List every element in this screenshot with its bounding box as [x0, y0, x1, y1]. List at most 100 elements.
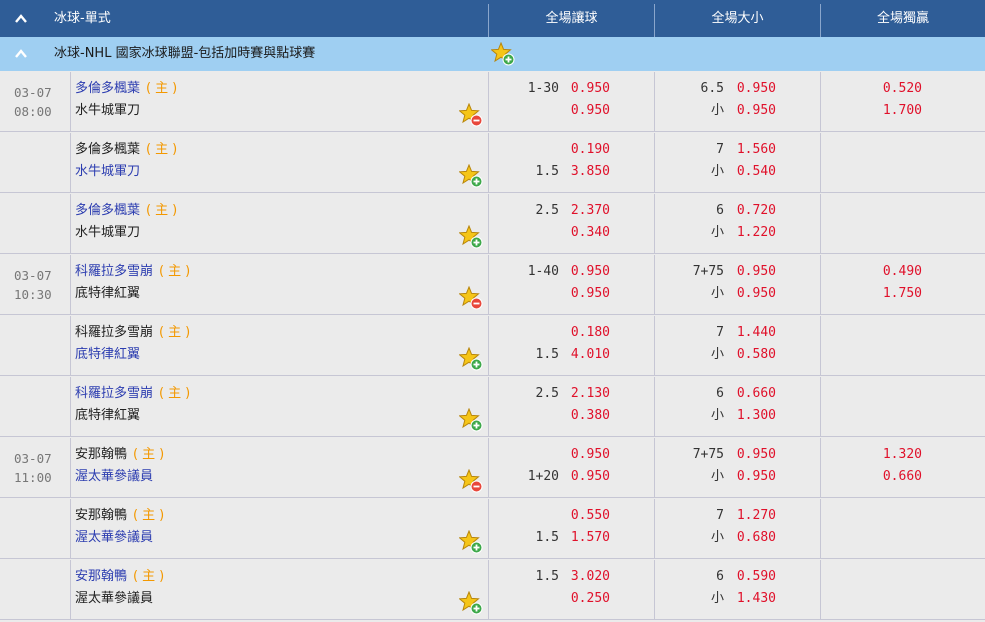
away-team[interactable]: 水牛城軍刀	[75, 101, 140, 121]
handicap-odds-top[interactable]: 2.370	[571, 201, 610, 221]
home-tag: (主)	[133, 569, 169, 584]
handicap-odds-bottom[interactable]: 0.250	[571, 589, 610, 609]
match-date: 03-07	[14, 268, 52, 283]
league-title: 冰球-NHL 國家冰球聯盟-包括加時賽與點球賽	[54, 46, 316, 61]
handicap-odds-top[interactable]: 0.950	[571, 445, 610, 465]
sport-header: 冰球-單式 全場讓球 全場大小 全場獨贏	[0, 0, 985, 37]
total-line-top: 6	[716, 569, 724, 584]
moneyline-odds-top[interactable]: 1.320	[883, 445, 922, 465]
home-team-name: 科羅拉多雪崩	[75, 264, 154, 279]
moneyline-odds-bottom[interactable]: 1.700	[883, 101, 922, 121]
total-odds-top[interactable]: 0.950	[737, 79, 776, 99]
total-odds-top[interactable]: 0.590	[737, 567, 776, 587]
away-team[interactable]: 水牛城軍刀	[75, 223, 140, 243]
league-bar[interactable]: 冰球-NHL 國家冰球聯盟-包括加時賽與點球賽	[0, 37, 985, 71]
star-plus-icon[interactable]	[459, 164, 483, 188]
star-plus-icon[interactable]	[459, 408, 483, 432]
handicap-odds-bottom[interactable]: 0.950	[571, 284, 610, 304]
moneyline-odds-bottom[interactable]: 0.660	[883, 467, 922, 487]
total-odds-bottom[interactable]: 1.300	[737, 406, 776, 426]
chevron-up-icon[interactable]	[14, 12, 28, 26]
away-team[interactable]: 底特律紅翼	[75, 284, 140, 304]
moneyline-odds-top[interactable]: 0.520	[883, 79, 922, 99]
home-team[interactable]: 科羅拉多雪崩 (主)	[75, 384, 194, 404]
total-odds-top[interactable]: 0.660	[737, 384, 776, 404]
star-plus-icon[interactable]	[459, 530, 483, 554]
total-line-top: 7	[716, 325, 724, 340]
handicap-line-top: 2.5	[535, 203, 559, 218]
total-odds-bottom[interactable]: 0.580	[737, 345, 776, 365]
handicap-line-top: 1-40	[527, 264, 559, 279]
home-team-name: 多倫多楓葉	[75, 142, 141, 157]
home-team-name: 安那翰鴨	[75, 508, 128, 523]
home-team[interactable]: 多倫多楓葉 (主)	[75, 79, 181, 99]
away-team[interactable]: 渥太華參議員	[75, 589, 153, 609]
total-line-top: 6	[716, 203, 724, 218]
away-team[interactable]: 底特律紅翼	[75, 345, 140, 365]
match-row: 多倫多楓葉 (主) 水牛城軍刀 0.190 1.5 3.850 7 1.560 小…	[0, 133, 985, 193]
total-odds-top[interactable]: 1.560	[737, 140, 776, 160]
handicap-odds-top[interactable]: 0.180	[571, 323, 610, 343]
home-team[interactable]: 安那翰鴨 (主)	[75, 567, 168, 587]
handicap-odds-bottom[interactable]: 4.010	[571, 345, 610, 365]
away-team[interactable]: 底特律紅翼	[75, 406, 140, 426]
handicap-odds-top[interactable]: 0.190	[571, 140, 610, 160]
total-odds-bottom[interactable]: 0.950	[737, 101, 776, 121]
handicap-line-top: 1.5	[535, 569, 559, 584]
home-team[interactable]: 安那翰鴨 (主)	[75, 506, 168, 526]
total-odds-top[interactable]: 0.720	[737, 201, 776, 221]
total-odds-bottom[interactable]: 0.680	[737, 528, 776, 548]
star-plus-icon[interactable]	[459, 591, 483, 615]
total-odds-top[interactable]: 0.950	[737, 262, 776, 282]
total-odds-bottom[interactable]: 0.950	[737, 284, 776, 304]
match-time: 08:00	[14, 104, 52, 119]
total-odds-bottom[interactable]: 1.220	[737, 223, 776, 243]
star-plus-icon[interactable]	[459, 347, 483, 371]
col-header-over-under: 全場大小	[711, 11, 764, 26]
match-date: 03-07	[14, 85, 52, 100]
total-odds-top[interactable]: 0.950	[737, 445, 776, 465]
home-team[interactable]: 多倫多楓葉 (主)	[75, 140, 181, 160]
total-odds-bottom[interactable]: 0.950	[737, 467, 776, 487]
handicap-odds-top[interactable]: 3.020	[571, 567, 610, 587]
home-tag: (主)	[133, 447, 169, 462]
home-team[interactable]: 安那翰鴨 (主)	[75, 445, 168, 465]
handicap-odds-top[interactable]: 0.950	[571, 79, 610, 99]
star-plus-icon[interactable]	[459, 225, 483, 249]
handicap-line-bottom: 1.5	[535, 530, 559, 545]
star-minus-icon[interactable]	[459, 103, 483, 127]
col-header-moneyline: 全場獨贏	[876, 11, 929, 26]
handicap-odds-top[interactable]: 0.950	[571, 262, 610, 282]
total-line-bottom: 小	[710, 408, 724, 423]
handicap-odds-bottom[interactable]: 0.950	[571, 101, 610, 121]
home-team[interactable]: 科羅拉多雪崩 (主)	[75, 262, 194, 282]
handicap-odds-top[interactable]: 2.130	[571, 384, 610, 404]
total-line-top: 7	[716, 142, 724, 157]
total-odds-top[interactable]: 1.270	[737, 506, 776, 526]
handicap-odds-bottom[interactable]: 0.340	[571, 223, 610, 243]
handicap-odds-bottom[interactable]: 0.950	[571, 467, 610, 487]
handicap-odds-top[interactable]: 0.550	[571, 506, 610, 526]
total-line-bottom: 小	[710, 225, 724, 240]
total-line-top: 6	[716, 386, 724, 401]
star-minus-icon[interactable]	[459, 469, 483, 493]
handicap-odds-bottom[interactable]: 3.850	[571, 162, 610, 182]
moneyline-odds-bottom[interactable]: 1.750	[883, 284, 922, 304]
star-plus-icon[interactable]	[491, 42, 515, 66]
chevron-up-icon[interactable]	[14, 47, 28, 61]
home-team[interactable]: 科羅拉多雪崩 (主)	[75, 323, 194, 343]
handicap-odds-bottom[interactable]: 0.380	[571, 406, 610, 426]
home-team-name: 安那翰鴨	[75, 569, 128, 584]
star-minus-icon[interactable]	[459, 286, 483, 310]
total-odds-bottom[interactable]: 0.540	[737, 162, 776, 182]
away-team[interactable]: 渥太華參議員	[75, 467, 153, 487]
total-odds-bottom[interactable]: 1.430	[737, 589, 776, 609]
total-odds-top[interactable]: 1.440	[737, 323, 776, 343]
away-team[interactable]: 渥太華參議員	[75, 528, 153, 548]
home-tag: (主)	[133, 508, 169, 523]
match-row: 科羅拉多雪崩 (主) 底特律紅翼 2.5 2.130 0.380 6 0.660 …	[0, 377, 985, 437]
moneyline-odds-top[interactable]: 0.490	[883, 262, 922, 282]
away-team[interactable]: 水牛城軍刀	[75, 162, 140, 182]
home-team[interactable]: 多倫多楓葉 (主)	[75, 201, 181, 221]
handicap-odds-bottom[interactable]: 1.570	[571, 528, 610, 548]
